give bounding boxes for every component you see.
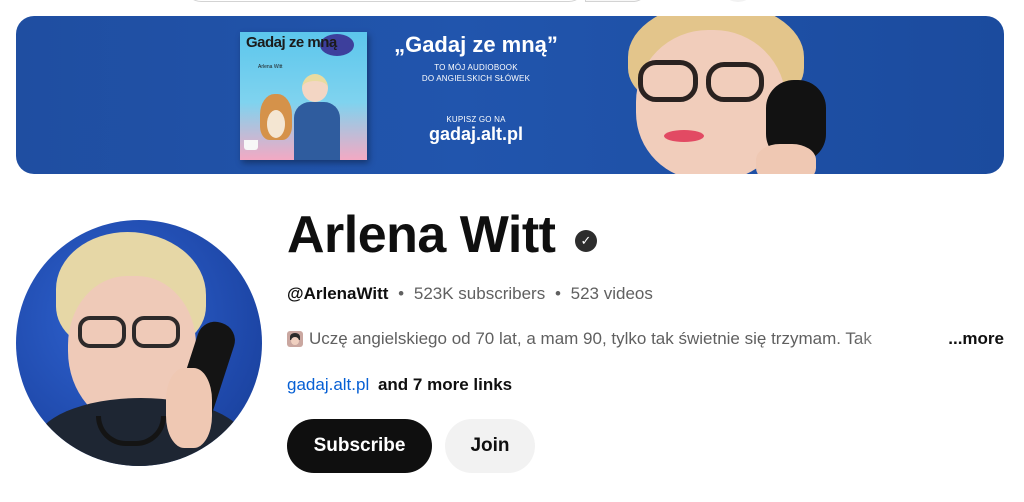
- meta-separator: •: [554, 284, 561, 303]
- verified-check-icon[interactable]: ✓: [575, 230, 597, 252]
- banner-quote: „Gadaj ze mną”: [394, 32, 558, 57]
- primary-channel-link[interactable]: gadaj.alt.pl: [287, 375, 369, 394]
- subscriber-count: 523K subscribers: [413, 284, 546, 303]
- cover-title: Gadaj ze mną: [246, 34, 337, 51]
- voice-search-button[interactable]: [720, 0, 756, 2]
- audiobook-cover-image: Gadaj ze mną Arlena Witt: [240, 32, 367, 160]
- channel-avatar[interactable]: [16, 220, 262, 466]
- avatar-hand: [166, 368, 212, 448]
- woman-emoji-icon: [287, 331, 303, 347]
- avatar-glasses-left: [78, 316, 126, 348]
- video-count: 523 videos: [570, 284, 653, 303]
- banner-portrait-hand: [756, 144, 816, 174]
- description-text: Uczę angielskiego od 70 lat, a mam 90, t…: [309, 329, 872, 348]
- channel-description[interactable]: Uczę angielskiego od 70 lat, a mam 90, t…: [287, 328, 1004, 350]
- join-button[interactable]: Join: [445, 419, 535, 473]
- channel-links: gadaj.alt.pl and 7 more links: [287, 374, 512, 396]
- channel-name: Arlena Witt: [287, 206, 556, 264]
- meta-separator: •: [398, 284, 405, 303]
- channel-banner[interactable]: Gadaj ze mną Arlena Witt „Gadaj ze mną” …: [16, 16, 1004, 174]
- cover-mug: [244, 140, 258, 150]
- cover-author: Arlena Witt: [258, 64, 283, 70]
- search-button[interactable]: [585, 0, 649, 2]
- banner-portrait-lips: [664, 130, 704, 142]
- more-links-button[interactable]: and 7 more links: [378, 375, 512, 394]
- avatar-glasses-right: [132, 316, 180, 348]
- banner-portrait-glasses-right: [706, 62, 764, 102]
- banner-url: gadaj.alt.pl: [428, 124, 524, 144]
- banner-portrait-glasses-left: [638, 60, 698, 102]
- banner-line-2: DO ANGIELSKICH SŁÓWEK: [421, 74, 531, 83]
- cover-woman-head: [302, 74, 328, 102]
- search-bar[interactable]: [185, 0, 585, 2]
- cover-woman-body: [294, 102, 340, 160]
- subscribe-button[interactable]: Subscribe: [287, 419, 432, 473]
- channel-page: Gadaj ze mną Arlena Witt „Gadaj ze mną” …: [0, 0, 1024, 502]
- cover-dog-belly: [267, 110, 285, 138]
- channel-meta: @ArlenaWitt • 523K subscribers • 523 vid…: [287, 284, 653, 304]
- banner-portrait-photo: [616, 16, 826, 174]
- channel-handle: @ArlenaWitt: [287, 284, 389, 303]
- description-more-button[interactable]: ...more: [948, 328, 1004, 350]
- banner-line-1: TO MÓJ AUDIOBOOK: [434, 63, 518, 72]
